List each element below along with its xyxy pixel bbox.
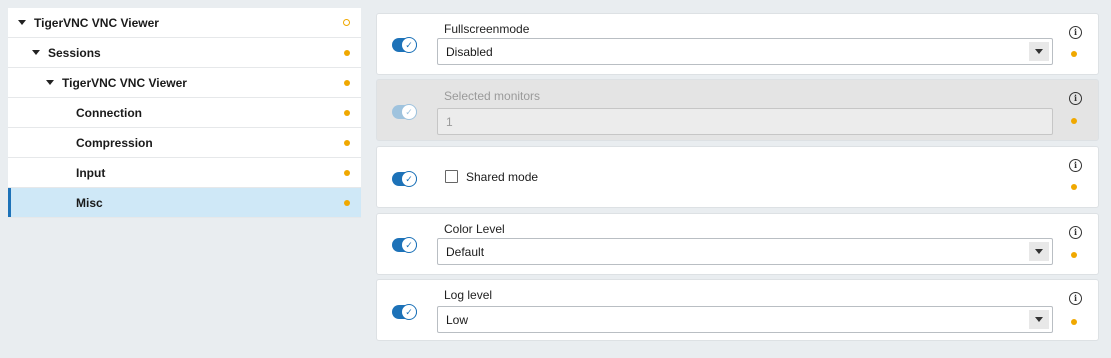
chevron-down-icon <box>1035 49 1043 54</box>
log-value: Low <box>446 312 469 327</box>
log-label: Log level <box>444 288 493 302</box>
status-dot-icon <box>344 169 350 176</box>
color-toggle[interactable]: ✓ <box>392 237 417 253</box>
fullscreen-select[interactable]: Disabled <box>437 38 1053 65</box>
tree-item-connection[interactable]: Connection <box>8 98 361 128</box>
monitors-label: Selected monitors <box>444 89 541 103</box>
toggle-check-icon: ✓ <box>401 37 417 53</box>
tree-item-label: TigerVNC VNC Viewer <box>34 15 159 30</box>
color-value: Default <box>446 244 485 259</box>
status-dot-icon <box>1071 184 1077 190</box>
info-icon[interactable]: i <box>1069 92 1082 105</box>
chevron-down-icon <box>1035 249 1043 254</box>
monitors-toggle[interactable]: ✓ <box>392 104 417 120</box>
status-dot-icon <box>1071 319 1077 325</box>
status-dot-icon <box>343 18 350 26</box>
status-dot-icon <box>344 139 350 146</box>
fullscreen-label: Fullscreenmode <box>444 22 530 36</box>
toggle-check-icon: ✓ <box>401 171 417 187</box>
setting-card-shared: ✓ Shared mode i <box>376 146 1099 208</box>
tree-item-label: Sessions <box>48 45 101 60</box>
toggle-check-icon: ✓ <box>401 237 417 253</box>
tree-item-tigervnc-session[interactable]: TigerVNC VNC Viewer <box>8 68 361 98</box>
shared-mode-label: Shared mode <box>466 170 539 184</box>
toggle-check-icon: ✓ <box>401 304 417 320</box>
status-dot-icon <box>1071 118 1077 124</box>
tree-item-label: TigerVNC VNC Viewer <box>62 75 187 90</box>
settings-tree: TigerVNC VNC Viewer Sessions TigerVNC VN… <box>8 8 361 218</box>
status-dot-icon <box>344 199 350 206</box>
shared-mode-checkbox[interactable] <box>445 170 458 183</box>
setting-card-monitors: ✓ Selected monitors 1 i <box>376 79 1099 141</box>
fullscreen-toggle[interactable]: ✓ <box>392 37 417 53</box>
fullscreen-value: Disabled <box>446 44 493 59</box>
status-dot-icon <box>344 49 350 56</box>
tree-item-label: Connection <box>76 105 142 120</box>
caret-down-icon[interactable] <box>46 80 54 85</box>
tree-item-label: Misc <box>76 195 103 210</box>
status-dot-icon <box>344 109 350 116</box>
setting-card-log: ✓ Log level Low i <box>376 279 1099 341</box>
chevron-down-icon <box>1035 317 1043 322</box>
shared-toggle[interactable]: ✓ <box>392 171 417 187</box>
setting-card-color: ✓ Color Level Default i <box>376 213 1099 275</box>
dropdown-button[interactable] <box>1029 310 1049 329</box>
info-icon[interactable]: i <box>1069 226 1082 239</box>
info-icon[interactable]: i <box>1069 159 1082 172</box>
status-dot-icon <box>1071 252 1077 258</box>
caret-down-icon[interactable] <box>32 50 40 55</box>
setting-card-fullscreen: ✓ Fullscreenmode Disabled i <box>376 13 1099 75</box>
color-label: Color Level <box>444 222 505 236</box>
tree-item-misc[interactable]: Misc <box>8 188 361 218</box>
dropdown-button[interactable] <box>1029 42 1049 61</box>
log-toggle[interactable]: ✓ <box>392 304 417 320</box>
info-icon[interactable]: i <box>1069 26 1082 39</box>
info-icon[interactable]: i <box>1069 292 1082 305</box>
tree-item-compression[interactable]: Compression <box>8 128 361 158</box>
toggle-check-icon: ✓ <box>401 104 417 120</box>
tree-item-tigervnc-root[interactable]: TigerVNC VNC Viewer <box>8 8 361 38</box>
color-select[interactable]: Default <box>437 238 1053 265</box>
tree-item-label: Input <box>76 165 106 180</box>
status-dot-icon <box>1071 51 1077 57</box>
tree-item-sessions[interactable]: Sessions <box>8 38 361 68</box>
monitors-value: 1 <box>446 114 453 129</box>
caret-down-icon[interactable] <box>18 20 26 25</box>
tree-item-input[interactable]: Input <box>8 158 361 188</box>
log-select[interactable]: Low <box>437 306 1053 333</box>
dropdown-button[interactable] <box>1029 242 1049 261</box>
monitors-input[interactable]: 1 <box>437 108 1053 135</box>
status-dot-icon <box>344 79 350 86</box>
tree-item-label: Compression <box>76 135 153 150</box>
